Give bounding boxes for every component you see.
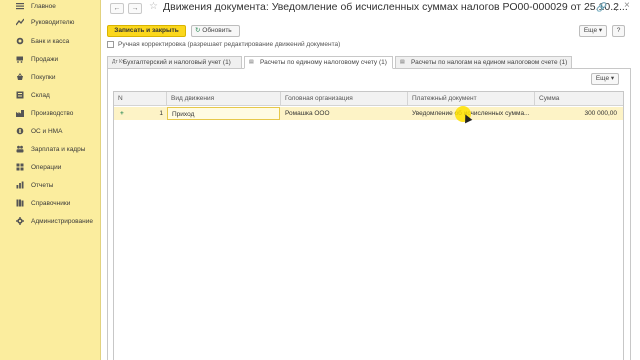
tab-taxes-on-account[interactable]: ▤ Расчеты по налогам на едином налоговом… bbox=[395, 56, 572, 69]
link-icon[interactable]: 🔗 bbox=[596, 2, 607, 13]
trend-icon bbox=[15, 17, 25, 27]
tab-accounting[interactable]: Дт Кт Бухгалтерский и налоговый учет (1) bbox=[107, 56, 242, 69]
debit-credit-icon: Дт Кт bbox=[112, 59, 125, 65]
factory-icon bbox=[15, 108, 25, 118]
favorite-star-icon[interactable]: ☆ bbox=[149, 1, 158, 12]
table-header: N Вид движения Головная организация Плат… bbox=[114, 92, 623, 106]
row-marker-icon: + bbox=[120, 110, 124, 117]
row-organization-cell[interactable]: Ромашка ООО bbox=[281, 107, 408, 120]
manual-correction-label: Ручная корректировка (разрешает редактир… bbox=[118, 41, 341, 48]
sidebar-item-label: Руководителю bbox=[31, 18, 75, 26]
sidebar-item-label: Отчеты bbox=[31, 181, 54, 189]
sidebar: Главное Руководителю Банк и касса Продаж… bbox=[0, 0, 101, 360]
cart-icon bbox=[15, 54, 25, 64]
warehouse-icon bbox=[15, 90, 25, 100]
refresh-icon: ↻ bbox=[195, 27, 201, 34]
sidebar-item-assets[interactable]: ОС и НМА bbox=[0, 124, 101, 138]
column-header-movement[interactable]: Вид движения bbox=[167, 92, 281, 106]
register-icon: ▤ bbox=[400, 59, 405, 65]
sidebar-item-label: Главное bbox=[31, 2, 56, 10]
manual-correction-row[interactable]: Ручная корректировка (разрешает редактир… bbox=[107, 41, 340, 48]
tab-unified-tax-account[interactable]: ▤ Расчеты по единому налоговому счету (1… bbox=[244, 56, 393, 69]
sidebar-item-production[interactable]: Производство bbox=[0, 106, 101, 120]
menu-icon bbox=[15, 1, 25, 11]
sidebar-item-label: Склад bbox=[31, 91, 50, 99]
column-header-n[interactable]: N bbox=[114, 92, 167, 106]
refresh-button[interactable]: ↻ Обновить bbox=[191, 25, 240, 37]
sidebar-item-label: Администрирование bbox=[31, 217, 93, 225]
page-title: Движения документа: Уведомление об исчис… bbox=[163, 1, 628, 13]
sidebar-item-label: Зарплата и кадры bbox=[31, 145, 86, 153]
sidebar-item-warehouse[interactable]: Склад bbox=[0, 88, 101, 102]
coins-icon bbox=[15, 36, 25, 46]
sidebar-item-purchases[interactable]: Покупки bbox=[0, 70, 101, 84]
reports-icon bbox=[15, 180, 25, 190]
sidebar-item-label: Продажи bbox=[31, 55, 59, 63]
movements-table: N Вид движения Головная организация Плат… bbox=[113, 91, 624, 360]
sidebar-item-label: Покупки bbox=[31, 73, 56, 81]
row-sum-cell[interactable]: 300 000,00 bbox=[535, 107, 621, 120]
sidebar-item-operations[interactable]: Операции bbox=[0, 160, 101, 174]
sidebar-item-sales[interactable]: Продажи bbox=[0, 52, 101, 66]
sidebar-item-label: Производство bbox=[31, 109, 74, 117]
sidebar-item-label: Банк и касса bbox=[31, 37, 70, 45]
operations-icon bbox=[15, 162, 25, 172]
people-icon bbox=[15, 144, 25, 154]
sidebar-item-reports[interactable]: Отчеты bbox=[0, 178, 101, 192]
table-row[interactable]: + 1 Приход Ромашка ООО Уведомление об ис… bbox=[114, 107, 623, 120]
save-and-close-button[interactable]: Записать и закрыть bbox=[107, 25, 186, 37]
more-menu-icon[interactable]: ⋮ bbox=[612, 2, 621, 13]
manual-correction-checkbox[interactable] bbox=[107, 41, 114, 48]
assets-icon bbox=[15, 126, 25, 136]
gear-icon bbox=[15, 216, 25, 226]
sidebar-item-label: Операции bbox=[31, 163, 62, 171]
row-movement-cell[interactable]: Приход bbox=[167, 107, 280, 120]
sidebar-item-label: ОС и НМА bbox=[31, 127, 63, 135]
back-button[interactable]: ← bbox=[110, 3, 124, 14]
sidebar-item-director[interactable]: Руководителю bbox=[0, 15, 101, 29]
more-button[interactable]: Еще ▾ bbox=[579, 25, 607, 37]
column-header-sum[interactable]: Сумма bbox=[535, 92, 623, 106]
row-number: 1 bbox=[159, 110, 163, 117]
tab-label: Расчеты по единому налоговому счету (1) bbox=[260, 59, 387, 66]
basket-icon bbox=[15, 72, 25, 82]
tab-label: Расчеты по налогам на едином налоговом с… bbox=[411, 59, 568, 66]
sidebar-item-label: Справочники bbox=[31, 199, 71, 207]
tab-label: Бухгалтерский и налоговый учет (1) bbox=[123, 59, 231, 66]
help-button[interactable]: ? bbox=[612, 25, 625, 37]
sidebar-item-directories[interactable]: Справочники bbox=[0, 196, 101, 210]
refresh-label: Обновить bbox=[202, 27, 232, 34]
sidebar-item-salary[interactable]: Зарплата и кадры bbox=[0, 142, 101, 156]
sidebar-item-main[interactable]: Главное bbox=[0, 0, 101, 13]
close-icon[interactable]: × bbox=[624, 0, 630, 11]
column-header-payment-doc[interactable]: Платежный документ bbox=[408, 92, 535, 106]
books-icon bbox=[15, 198, 25, 208]
sidebar-item-bank[interactable]: Банк и касса bbox=[0, 34, 101, 48]
forward-button[interactable]: → bbox=[128, 3, 142, 14]
register-icon: ▤ bbox=[249, 59, 254, 65]
sidebar-item-admin[interactable]: Администрирование bbox=[0, 214, 101, 228]
panel-more-button[interactable]: Еще ▾ bbox=[591, 73, 619, 85]
column-header-organization[interactable]: Головная организация bbox=[281, 92, 408, 106]
